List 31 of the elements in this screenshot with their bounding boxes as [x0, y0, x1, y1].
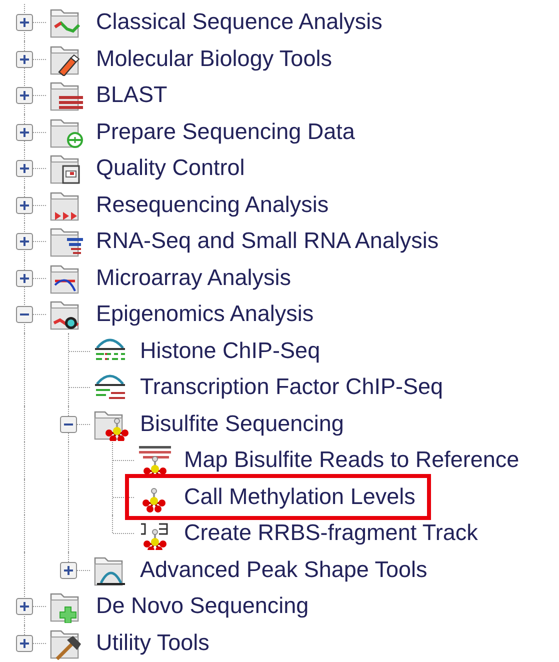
folder-label[interactable]: Bisulfite Sequencing [140, 410, 344, 437]
expand-icon[interactable] [16, 598, 33, 616]
expand-icon[interactable] [16, 270, 33, 287]
expand-icon[interactable] [16, 196, 33, 214]
tool-label[interactable]: Map Bisulfite Reads to Reference [184, 447, 520, 474]
tool-label[interactable]: Call Methylation Levels [184, 484, 416, 510]
folder-label[interactable]: Epigenomics Analysis [96, 301, 314, 328]
folder-label[interactable]: Resequencing Analysis [96, 192, 329, 218]
expand-icon[interactable] [16, 634, 33, 652]
tool-label[interactable]: Histone ChIP-Seq [140, 338, 320, 364]
expand-icon[interactable] [60, 562, 77, 579]
folder-label[interactable]: Quality Control [96, 155, 245, 182]
folder-label[interactable]: De Novo Sequencing [96, 593, 309, 620]
collapse-icon[interactable] [60, 416, 77, 433]
folder-label[interactable]: Advanced Peak Shape Tools [140, 556, 428, 583]
expand-icon[interactable] [16, 233, 33, 250]
folder-label[interactable]: BLAST [96, 82, 168, 108]
folder-label[interactable]: RNA-Seq and Small RNA Analysis [96, 228, 439, 254]
folder-label[interactable]: Molecular Biology Tools [96, 46, 332, 72]
tool-label[interactable]: Transcription Factor ChIP-Seq [140, 374, 444, 400]
expand-icon[interactable] [16, 160, 33, 178]
folder-label[interactable]: Utility Tools [96, 630, 210, 656]
expand-icon[interactable] [16, 87, 33, 104]
folder-label[interactable]: Prepare Sequencing Data [96, 118, 355, 145]
folder-label[interactable]: Classical Sequence Analysis [96, 9, 382, 36]
expand-icon[interactable] [16, 124, 33, 141]
expand-icon[interactable] [16, 50, 33, 68]
collapse-icon[interactable] [16, 306, 33, 324]
tool-label[interactable]: Create RRBS-fragment Track [184, 520, 478, 546]
expand-icon[interactable] [16, 14, 33, 32]
folder-label[interactable]: Microarray Analysis [96, 264, 292, 291]
